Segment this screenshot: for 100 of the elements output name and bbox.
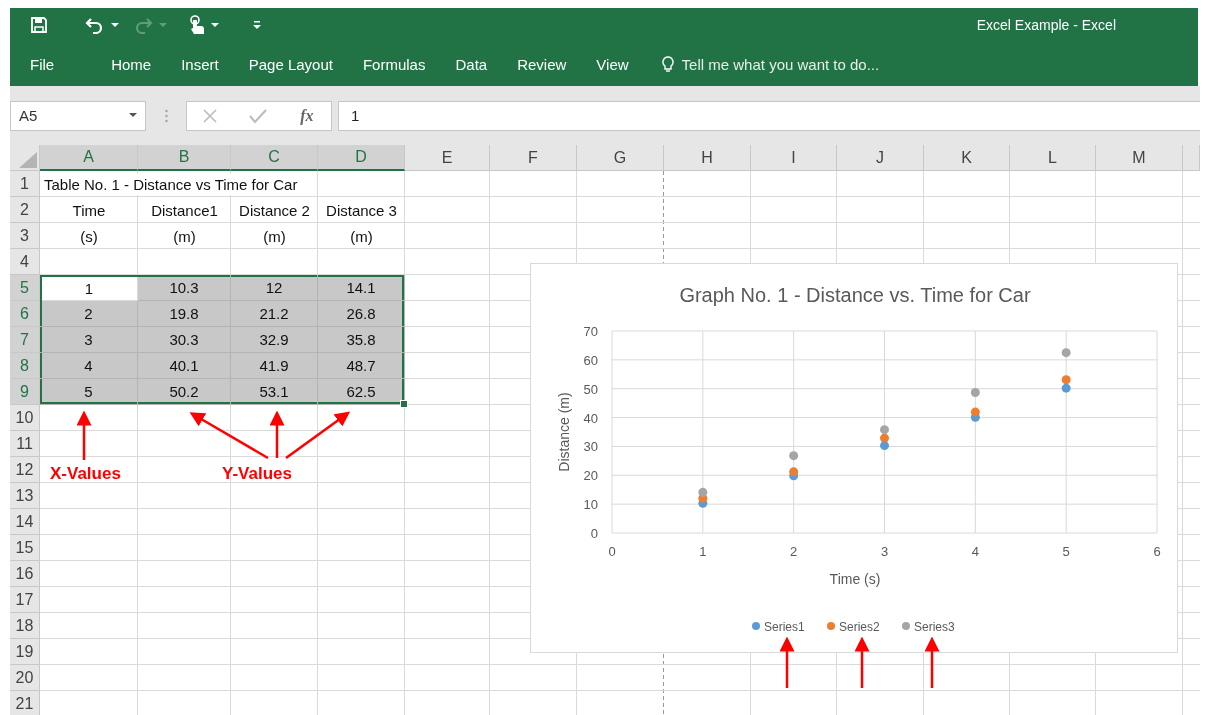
table-cell[interactable]: 32.9	[231, 327, 318, 353]
row-header[interactable]: 10	[10, 405, 40, 431]
table-cell[interactable]: Distance 2	[231, 197, 318, 223]
data-point[interactable]	[970, 387, 980, 397]
table-cell[interactable]: Distance 3	[318, 197, 405, 223]
row-header[interactable]: 9	[10, 379, 40, 405]
table-cell[interactable]: 4	[40, 353, 138, 379]
table-cell[interactable]: 41.9	[231, 353, 318, 379]
row-header[interactable]: 16	[10, 561, 40, 587]
column-header[interactable]: G	[577, 145, 664, 171]
table-cell[interactable]: (m)	[138, 223, 231, 249]
row-header[interactable]: 17	[10, 587, 40, 613]
undo-icon[interactable]	[85, 16, 105, 34]
data-point[interactable]	[698, 487, 708, 497]
table-cell[interactable]: 53.1	[231, 379, 318, 405]
data-point[interactable]	[880, 433, 889, 443]
row-header[interactable]: 21	[10, 691, 40, 715]
column-header[interactable]: A	[40, 145, 138, 171]
column-header[interactable]: M	[1096, 145, 1183, 171]
row-header[interactable]: 3	[10, 223, 40, 249]
table-cell[interactable]: 1	[40, 275, 138, 301]
row-header[interactable]: 8	[10, 353, 40, 379]
table-cell[interactable]: 21.2	[231, 301, 318, 327]
tick-label: 60	[583, 352, 598, 368]
arrow	[779, 636, 795, 688]
customize-icon[interactable]	[253, 20, 261, 30]
ribbon-tab[interactable]: File	[10, 42, 77, 86]
column-header[interactable]: C	[231, 145, 318, 171]
row-header[interactable]: 5	[10, 275, 40, 301]
data-point[interactable]	[789, 451, 799, 461]
table-cell[interactable]: 14.1	[318, 275, 405, 301]
name-box[interactable]: A5	[10, 100, 146, 131]
data-point[interactable]	[1061, 348, 1071, 358]
table-cell[interactable]: Distance1	[138, 197, 231, 223]
column-header[interactable]: H	[664, 145, 751, 171]
check-icon[interactable]	[249, 107, 268, 124]
caret-icon[interactable]	[111, 22, 119, 28]
table-cell[interactable]: 35.8	[318, 327, 405, 353]
column-header[interactable]: K	[924, 145, 1010, 171]
row-header[interactable]: 7	[10, 327, 40, 353]
column-header[interactable]: F	[490, 145, 577, 171]
row-header[interactable]: 11	[10, 431, 40, 457]
legend-label: Series1	[764, 620, 805, 634]
tick-label: 1	[699, 544, 707, 559]
ribbon-tab[interactable]: Page Layout	[233, 42, 348, 86]
row-header[interactable]: 20	[10, 665, 40, 691]
column-header[interactable]: B	[138, 145, 231, 171]
row-header[interactable]: 1	[10, 171, 40, 197]
row-header[interactable]: 12	[10, 457, 40, 483]
table-cell[interactable]: Time	[40, 197, 138, 223]
table-cell[interactable]: 40.1	[138, 353, 231, 379]
row-header[interactable]: 14	[10, 509, 40, 535]
column-header[interactable]: D	[318, 145, 405, 171]
table-cell[interactable]: (m)	[318, 223, 405, 249]
ribbon-tab[interactable]: Home	[96, 42, 167, 86]
table-cell[interactable]: 2	[40, 301, 138, 327]
table-cell[interactable]: (m)	[231, 223, 318, 249]
caret-icon[interactable]	[211, 22, 219, 28]
column-header[interactable]: J	[837, 145, 924, 171]
fill-handle[interactable]	[400, 400, 408, 408]
cancel-icon[interactable]	[202, 107, 219, 124]
table-cell[interactable]: 50.2	[138, 379, 231, 405]
table-cell[interactable]: 26.8	[318, 301, 405, 327]
table-cell[interactable]: 3	[40, 327, 138, 353]
data-point[interactable]	[1061, 375, 1071, 385]
ribbon-tab[interactable]: Review	[502, 42, 582, 86]
table-cell[interactable]: 5	[40, 379, 138, 405]
table-cell[interactable]: 12	[231, 275, 318, 301]
data-point[interactable]	[880, 441, 889, 451]
select-all-icon[interactable]	[19, 152, 37, 168]
table-cell[interactable]: (s)	[40, 223, 138, 249]
table-cell[interactable]: 62.5	[318, 379, 405, 405]
column-header[interactable]: E	[405, 145, 490, 171]
hand-pointer-icon[interactable]	[189, 15, 205, 35]
column-header[interactable]: I	[751, 145, 837, 171]
save-icon[interactable]	[30, 16, 48, 34]
ribbon-tab[interactable]: Insert	[166, 42, 234, 86]
table-cell[interactable]: 48.7	[318, 353, 405, 379]
redo-icon[interactable]	[133, 16, 153, 34]
data-point[interactable]	[1061, 383, 1071, 393]
ribbon-tab[interactable]: Data	[440, 42, 503, 86]
table-cell[interactable]: 30.3	[138, 327, 231, 353]
column-header[interactable]: L	[1010, 145, 1096, 171]
ribbon-tab[interactable]: View	[581, 42, 644, 86]
row-header[interactable]: 2	[10, 197, 40, 223]
insert-function-button[interactable]: fx	[298, 106, 316, 125]
row-header[interactable]: 15	[10, 535, 40, 561]
table-cell[interactable]: 10.3	[138, 275, 231, 301]
ribbon-tab[interactable]: Formulas	[347, 42, 441, 86]
table-cell[interactable]: 19.8	[138, 301, 231, 327]
row-header[interactable]: 19	[10, 639, 40, 665]
row-header[interactable]: 4	[10, 249, 40, 275]
tell-me-field[interactable]: Tell me what you want to do...	[661, 54, 944, 74]
row-header[interactable]: 18	[10, 613, 40, 639]
data-point[interactable]	[880, 425, 889, 435]
data-point[interactable]	[970, 407, 980, 417]
formula-input[interactable]: 1	[338, 100, 1200, 131]
row-header[interactable]: 13	[10, 483, 40, 509]
data-point[interactable]	[789, 467, 799, 477]
row-header[interactable]: 6	[10, 301, 40, 327]
